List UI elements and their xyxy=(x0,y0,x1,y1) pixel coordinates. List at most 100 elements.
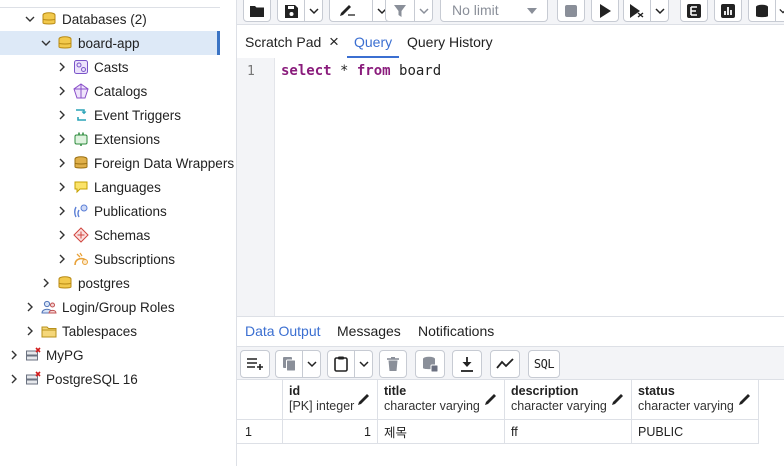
chevron-down-icon xyxy=(654,8,665,15)
tree-node-event-triggers[interactable]: Event Triggers xyxy=(54,103,181,127)
tree-node-label: Subscriptions xyxy=(94,251,176,267)
paste-options-dropdown[interactable] xyxy=(355,350,373,378)
chevron-down-icon[interactable] xyxy=(22,11,38,27)
tree-node-label: postgres xyxy=(78,275,130,291)
tree-node-label: Publications xyxy=(94,203,167,219)
extensions-icon xyxy=(72,130,90,148)
copy-button[interactable] xyxy=(275,350,303,378)
sql-editor[interactable]: 1 select * from board xyxy=(237,58,784,316)
pencil-icon[interactable] xyxy=(738,392,752,406)
execute-button[interactable] xyxy=(591,0,619,22)
tab-scratch-pad[interactable]: Scratch Pad xyxy=(245,34,321,50)
save-options-dropdown[interactable] xyxy=(305,0,323,22)
open-file-button[interactable] xyxy=(243,0,271,22)
add-row-icon xyxy=(247,358,263,370)
column-header[interactable]: description character varying xyxy=(505,380,632,420)
table-cell[interactable]: PUBLIC xyxy=(632,420,759,444)
tree-node-server-mypg[interactable]: MyPG xyxy=(6,343,84,367)
pencil-icon[interactable] xyxy=(357,392,371,406)
tree-node-schemas[interactable]: Schemas xyxy=(54,223,150,247)
chevron-right-icon[interactable] xyxy=(38,275,54,291)
pencil-icon[interactable] xyxy=(484,392,498,406)
tab-messages[interactable]: Messages xyxy=(337,323,401,339)
filter-icon xyxy=(394,5,406,17)
chevron-right-icon[interactable] xyxy=(54,155,70,171)
query-tab-bar: Scratch Pad × Query Query History xyxy=(237,26,784,58)
chevron-right-icon[interactable] xyxy=(54,251,70,267)
chevron-right-icon[interactable] xyxy=(54,227,70,243)
tab-query-history[interactable]: Query History xyxy=(407,34,493,50)
graph-visualiser-button[interactable] xyxy=(490,350,520,378)
chevron-down-icon[interactable] xyxy=(38,35,54,51)
tree-node-subscriptions[interactable]: Subscriptions xyxy=(54,247,175,271)
chevron-right-icon[interactable] xyxy=(6,371,22,387)
tree-node-label: MyPG xyxy=(46,347,84,363)
chevron-right-icon[interactable] xyxy=(54,203,70,219)
tree-node-extensions[interactable]: Extensions xyxy=(54,127,160,151)
tree-node-board-app[interactable]: board-app xyxy=(0,31,220,55)
copy-options-dropdown[interactable] xyxy=(303,350,321,378)
chevron-right-icon[interactable] xyxy=(54,179,70,195)
chevron-down-icon xyxy=(308,8,319,15)
filter-button[interactable] xyxy=(385,0,415,22)
row-number-cell[interactable]: 1 xyxy=(237,420,283,444)
chevron-right-icon[interactable] xyxy=(54,107,70,123)
chevron-right-icon[interactable] xyxy=(22,323,38,339)
chevron-right-icon[interactable] xyxy=(54,83,70,99)
add-row-button[interactable] xyxy=(240,350,270,378)
paste-button[interactable] xyxy=(327,350,355,378)
sql-label: SQL xyxy=(533,357,555,371)
tab-data-output[interactable]: Data Output xyxy=(245,323,321,339)
column-header[interactable]: title character varying xyxy=(378,380,505,420)
download-button[interactable] xyxy=(452,350,482,378)
tablespaces-icon xyxy=(40,322,58,340)
tree-node-catalogs[interactable]: Catalogs xyxy=(54,79,147,103)
stop-query-button[interactable] xyxy=(557,0,585,22)
save-data-button[interactable] xyxy=(415,350,445,378)
column-header[interactable]: status character varying xyxy=(632,380,759,420)
pencil-icon[interactable] xyxy=(611,392,625,406)
save-file-button[interactable] xyxy=(277,0,305,22)
tab-query[interactable]: Query xyxy=(354,34,392,50)
explain-analyze-button[interactable] xyxy=(680,0,708,22)
database-icon xyxy=(56,34,74,52)
table-cell[interactable]: 1 xyxy=(283,420,378,444)
event-triggers-icon xyxy=(72,106,90,124)
tree-node-server-postgresql-16[interactable]: PostgreSQL 16 xyxy=(6,367,138,391)
edit-button[interactable] xyxy=(329,0,373,22)
chevron-right-icon[interactable] xyxy=(54,59,70,75)
tree-node-label: Foreign Data Wrappers xyxy=(94,155,235,171)
tree-node-publications[interactable]: Publications xyxy=(54,199,167,223)
chevron-right-icon[interactable] xyxy=(54,131,70,147)
tree-node-tablespaces[interactable]: Tablespaces xyxy=(22,319,137,343)
table-cell[interactable]: ff xyxy=(505,420,632,444)
code-line[interactable]: select * from board xyxy=(281,63,441,79)
chevron-down-icon xyxy=(418,8,429,15)
tree-node-foreign-data-wrappers[interactable]: Foreign Data Wrappers xyxy=(54,151,234,175)
close-icon[interactable]: × xyxy=(329,32,339,52)
chevron-right-icon[interactable] xyxy=(6,347,22,363)
tree-node-postgres[interactable]: postgres xyxy=(38,271,130,295)
caret-down-icon xyxy=(527,8,537,14)
tab-notifications[interactable]: Notifications xyxy=(418,323,494,339)
chevron-right-icon[interactable] xyxy=(22,299,38,315)
explain-button[interactable] xyxy=(623,0,651,22)
explain-chart-button[interactable] xyxy=(714,0,742,22)
sql-view-button[interactable]: SQL xyxy=(528,350,560,378)
column-header[interactable]: id [PK] integer xyxy=(283,380,378,420)
tree-node-label: Tablespaces xyxy=(62,323,138,339)
tree-node-databases[interactable]: Databases (2) xyxy=(22,7,147,31)
macros-options-dropdown[interactable] xyxy=(776,0,784,22)
play-icon xyxy=(600,4,611,18)
row-limit-select[interactable]: No limit xyxy=(440,0,548,22)
filter-options-dropdown[interactable] xyxy=(415,0,433,22)
execute-options-dropdown[interactable] xyxy=(651,0,669,22)
macros-button[interactable] xyxy=(748,0,776,22)
tree-node-languages[interactable]: Languages xyxy=(54,175,161,199)
table-cell[interactable]: 제목 xyxy=(378,420,505,444)
tree-node-login-group-roles[interactable]: Login/Group Roles xyxy=(22,295,175,319)
line-chart-icon xyxy=(496,358,514,369)
delete-row-button[interactable] xyxy=(379,350,407,378)
languages-icon xyxy=(72,178,90,196)
tree-node-casts[interactable]: Casts xyxy=(54,55,129,79)
